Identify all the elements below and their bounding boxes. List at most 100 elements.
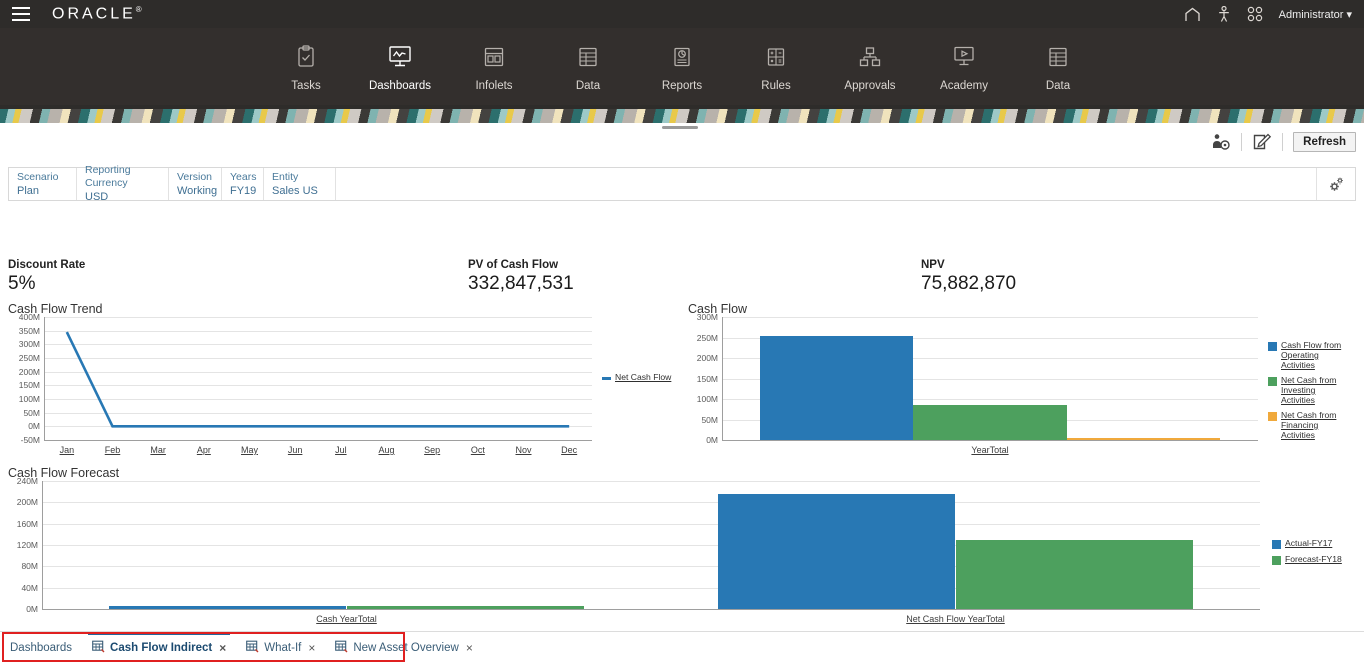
chart-x-axis-tick[interactable]: Mar: [150, 445, 166, 455]
pov-dimension-name: Reporting Currency: [85, 164, 131, 189]
user-settings-icon[interactable]: [1211, 133, 1231, 151]
kpi-label: PV of Cash Flow: [468, 259, 559, 271]
chart-x-axis-tick[interactable]: Nov: [515, 445, 531, 455]
chart-legend-item[interactable]: Cash Flow from Operating Activities: [1268, 340, 1343, 370]
kpi-discount-rate: Discount Rate 5%: [8, 259, 85, 295]
chart-x-axis-tick[interactable]: Cash YearTotal: [316, 614, 377, 624]
tab-label: New Asset Overview: [353, 641, 459, 654]
chart-panel-cash-flow-forecast: Cash Flow Forecast 240M 200M 160M 120M 80M 40…: [8, 466, 1364, 631]
chart-plot-area: 400M 350M 300M 250M 200M 150M 100M 50M 0M -50M Jan…: [8, 312, 680, 462]
line-series-cash-flow: [65, 331, 570, 428]
nav-card-label: Tasks: [291, 80, 321, 92]
tab-what-if[interactable]: What-If ×: [236, 632, 325, 663]
chart-x-axis-tick[interactable]: Jun: [288, 445, 303, 455]
chart-x-axis-tick[interactable]: Aug: [378, 445, 394, 455]
action-divider: [1241, 133, 1243, 151]
chart-x-axis-tick[interactable]: YearTotal: [971, 445, 1008, 455]
nav-card-data-2[interactable]: Data: [1011, 40, 1105, 92]
chart-x-axis-tick[interactable]: Net Cash Flow YearTotal: [906, 614, 1005, 624]
chart-x-axis-tick[interactable]: Feb: [105, 445, 121, 455]
settings-gear-icon[interactable]: [1317, 168, 1355, 200]
chart-y-axis-tick: 0M: [706, 435, 718, 445]
chart-bar[interactable]: [955, 539, 1193, 609]
user-menu-button[interactable]: Administrator ▾: [1279, 8, 1352, 21]
chart-panel-cash-flow: Cash Flow 300M 250M 200M 150M 100M 50M 0M YearT…: [688, 302, 1364, 462]
kpi-value: 75,882,870: [921, 273, 1017, 294]
chart-plot-area: 300M 250M 200M 150M 100M 50M 0M YearTotal: [688, 312, 1364, 462]
chart-x-axis-tick[interactable]: Dec: [561, 445, 577, 455]
chart-x-axis-line: [722, 440, 1258, 441]
grid-form-icon: [335, 640, 348, 656]
pov-dimension-entity[interactable]: Entity Sales US: [264, 168, 336, 200]
chart-legend-item[interactable]: Net Cash Flow: [602, 372, 671, 382]
tab-close-icon[interactable]: ×: [219, 641, 226, 655]
top-header-bar: ORACLE® Administrator ▾: [0, 0, 1364, 28]
chart-x-axis-tick[interactable]: Apr: [197, 445, 211, 455]
pov-dimension-years[interactable]: Years FY19: [222, 168, 264, 200]
kpi-label: NPV: [921, 259, 945, 271]
pov-dimension-scenario[interactable]: Scenario Plan: [9, 168, 77, 200]
tab-label: Cash Flow Indirect: [110, 641, 213, 654]
chart-bar[interactable]: [760, 336, 914, 440]
chart-bar[interactable]: [1066, 437, 1220, 440]
legend-color-swatch: [1268, 412, 1277, 421]
chart-bar[interactable]: [346, 606, 584, 609]
nav-card-label: Infolets: [475, 80, 513, 92]
pov-dimension-version[interactable]: Version Working: [169, 168, 222, 200]
hamburger-menu-icon[interactable]: [12, 7, 30, 21]
chart-title: Cash Flow Forecast: [8, 466, 120, 480]
pov-dimension-value: Sales US: [272, 184, 318, 197]
infolet-panels-icon: [483, 40, 505, 74]
chart-y-axis-tick: 100M: [696, 394, 718, 404]
tab-dashboards[interactable]: Dashboards: [0, 632, 82, 663]
tab-close-icon[interactable]: ×: [308, 641, 315, 655]
chart-legend-item[interactable]: Net Cash from Investing Activities: [1268, 375, 1343, 405]
chart-y-axis-tick: 0M: [26, 604, 38, 614]
chart-bar[interactable]: [717, 494, 956, 609]
nav-card-dashboards[interactable]: Dashboards: [353, 40, 447, 92]
tab-cash-flow-indirect[interactable]: Cash Flow Indirect ×: [82, 632, 236, 663]
report-pie-icon: [671, 40, 693, 74]
grid-form-icon: [246, 640, 259, 656]
tab-new-asset-overview[interactable]: New Asset Overview ×: [325, 632, 482, 663]
action-divider: [1282, 133, 1284, 151]
pov-dimension-value: Working: [177, 184, 218, 197]
chart-x-axis-tick[interactable]: Jul: [335, 445, 347, 455]
chart-x-axis-tick[interactable]: May: [241, 445, 258, 455]
tab-label: Dashboards: [10, 641, 73, 654]
chart-legend-item[interactable]: Actual-FY17: [1272, 538, 1342, 549]
panel-drag-handle[interactable]: [662, 126, 698, 129]
refresh-button[interactable]: Refresh: [1293, 132, 1356, 152]
nav-card-rules[interactable]: Rules: [729, 40, 823, 92]
nav-card-data[interactable]: Data: [541, 40, 635, 92]
chart-legend-item[interactable]: Forecast-FY18: [1272, 554, 1342, 565]
nav-card-reports[interactable]: Reports: [635, 40, 729, 92]
home-icon[interactable]: [1184, 7, 1201, 22]
chart-x-axis-tick[interactable]: Sep: [424, 445, 440, 455]
chart-gridline: [42, 523, 1260, 525]
nav-card-label: Reports: [661, 80, 703, 92]
oracle-logo-text: ORACLE: [52, 5, 136, 23]
nav-card-tasks[interactable]: Tasks: [259, 40, 353, 92]
apps-grid-icon[interactable]: [1247, 6, 1263, 22]
accessibility-icon[interactable]: [1217, 5, 1231, 23]
chart-bar[interactable]: [913, 404, 1067, 440]
chart-bar[interactable]: [108, 606, 347, 609]
pov-dimension-reporting-currency[interactable]: Reporting Currency USD: [77, 164, 169, 203]
chart-x-axis-tick[interactable]: Jan: [60, 445, 75, 455]
top-header-actions: Administrator ▾: [1184, 5, 1364, 23]
nav-card-infolets[interactable]: Infolets: [447, 40, 541, 92]
legend-color-swatch: [1272, 556, 1281, 565]
chart-legend-item[interactable]: Net Cash from Financing Activities: [1268, 410, 1343, 440]
chart-x-axis-tick[interactable]: Oct: [471, 445, 485, 455]
tab-close-icon[interactable]: ×: [466, 641, 473, 655]
edit-pencil-icon[interactable]: [1252, 132, 1272, 152]
nav-card-approvals[interactable]: Approvals: [823, 40, 917, 92]
pov-filter-bar: Scenario Plan Reporting Currency USD Ver…: [8, 164, 1356, 203]
hierarchy-icon: [858, 40, 882, 74]
chart-y-axis-tick: 80M: [21, 561, 38, 572]
bottom-tab-bar: Dashboards Cash Flow Indirect × What-If …: [0, 631, 1364, 663]
monitor-play-icon: [951, 40, 977, 74]
legend-label: Net Cash from Financing Activities: [1281, 410, 1337, 440]
nav-card-academy[interactable]: Academy: [917, 40, 1011, 92]
